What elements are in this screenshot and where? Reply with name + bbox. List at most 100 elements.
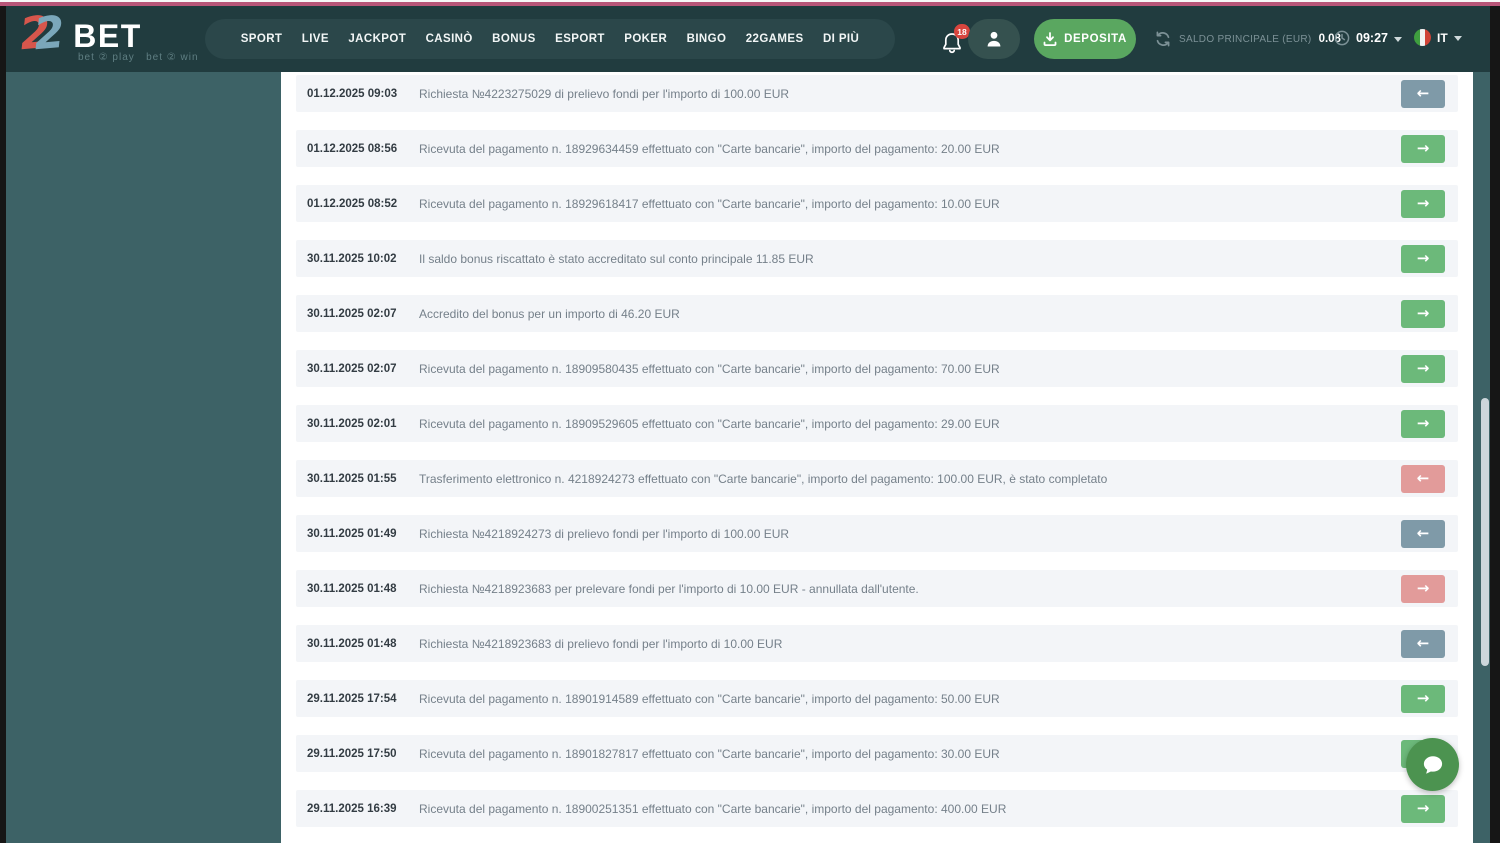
arrow-icon: ← <box>1416 469 1430 487</box>
arrow-icon: ← <box>1416 524 1430 542</box>
transaction-description: Il saldo bonus riscattato è stato accred… <box>419 251 814 266</box>
transaction-date: 30.11.2025 02:07 <box>307 362 397 375</box>
arrow-icon: → <box>1416 414 1430 432</box>
arrow-icon: → <box>1416 799 1430 817</box>
transaction-description: Ricevuta del pagamento n. 18900251351 ef… <box>419 801 1007 816</box>
transaction-direction-button[interactable]: ← <box>1401 464 1445 493</box>
transaction-date: 29.11.2025 17:50 <box>307 747 397 760</box>
transaction-description: Ricevuta del pagamento n. 18909580435 ef… <box>419 361 1000 376</box>
transaction-row: 29.11.2025 16:39 Ricevuta del pagamento … <box>296 790 1458 827</box>
transaction-row: 30.11.2025 01:48 Richiesta №4218923683 p… <box>296 570 1458 607</box>
chat-button[interactable] <box>1406 738 1459 791</box>
transaction-row: 30.11.2025 02:07 Ricevuta del pagamento … <box>296 350 1458 387</box>
transaction-description: Richiesta №4218923683 di prelievo fondi … <box>419 636 783 651</box>
transaction-description: Ricevuta del pagamento n. 18929618417 ef… <box>419 196 1000 211</box>
arrow-icon: → <box>1416 359 1430 377</box>
arrow-icon: → <box>1416 194 1430 212</box>
transaction-description: Ricevuta del pagamento n. 18901914589 ef… <box>419 691 1000 706</box>
arrow-icon: → <box>1416 249 1430 267</box>
brand-tagline: bet ② play bet ② win <box>78 52 199 63</box>
nav-item-poker[interactable]: POKER <box>624 33 667 45</box>
transaction-date: 29.11.2025 16:39 <box>307 802 397 815</box>
top-navbar: 2 2 BET bet ② play bet ② win SPORT LIVE … <box>6 6 1490 72</box>
transaction-date: 30.11.2025 02:01 <box>307 417 397 430</box>
transaction-date: 29.11.2025 17:54 <box>307 692 397 705</box>
transaction-row: 29.11.2025 17:50 Ricevuta del pagamento … <box>296 735 1458 772</box>
nav-item-bonus[interactable]: BONUS <box>492 33 536 45</box>
logo-name: BET <box>73 18 142 54</box>
transaction-date: 30.11.2025 01:48 <box>307 582 397 595</box>
time-value: 09:27 <box>1356 31 1388 45</box>
transaction-date: 01.12.2025 09:03 <box>307 87 398 100</box>
transaction-direction-button[interactable]: → <box>1401 354 1445 383</box>
nav-item-casin-[interactable]: CASINÒ <box>426 33 473 45</box>
transaction-description: Richiesta №4223275029 di prelievo fondi … <box>419 86 790 101</box>
chat-bubble-icon <box>1419 751 1447 779</box>
transaction-direction-button[interactable]: → <box>1401 299 1445 328</box>
arrow-icon: ← <box>1416 634 1430 652</box>
transaction-row: 01.12.2025 08:52 Ricevuta del pagamento … <box>296 185 1458 222</box>
transaction-direction-button[interactable]: → <box>1401 574 1445 603</box>
transaction-date: 01.12.2025 08:56 <box>307 142 398 155</box>
transaction-date: 30.11.2025 10:02 <box>307 252 397 265</box>
nav-item-sport[interactable]: SPORT <box>241 33 283 45</box>
chevron-down-icon <box>1393 36 1402 42</box>
transaction-row: 30.11.2025 02:07 Accredito del bonus per… <box>296 295 1458 332</box>
transaction-row: 30.11.2025 01:55 Trasferimento elettroni… <box>296 460 1458 497</box>
user-icon <box>984 29 1004 49</box>
nav-item-22games[interactable]: 22GAMES <box>746 33 804 45</box>
account-button[interactable] <box>968 19 1020 59</box>
nav-item-bingo[interactable]: BINGO <box>687 33 727 45</box>
transaction-direction-button[interactable]: ← <box>1401 79 1445 108</box>
transaction-description: Ricevuta del pagamento n. 18901827817 ef… <box>419 746 1000 761</box>
transaction-row: 30.11.2025 01:48 Richiesta №4218923683 d… <box>296 625 1458 662</box>
nav-item-esport[interactable]: ESPORT <box>555 33 605 45</box>
nav-item-jackpot[interactable]: JACKPOT <box>348 33 406 45</box>
transaction-direction-button[interactable]: ← <box>1401 519 1445 548</box>
transaction-history-panel: 01.12.2025 09:03 Richiesta №4223275029 d… <box>281 72 1473 843</box>
logo-number-blue: 2 <box>31 6 67 61</box>
main-nav: SPORT LIVE JACKPOT CASINÒ BONUS ESPORT P… <box>205 19 895 59</box>
transaction-direction-button[interactable]: → <box>1401 189 1445 218</box>
time-selector[interactable]: 09:27 <box>1334 30 1402 46</box>
transaction-date: 30.11.2025 01:48 <box>307 637 397 650</box>
download-icon <box>1043 32 1057 46</box>
brand-logo-row: 2 2 BET <box>18 6 199 61</box>
nav-item-live[interactable]: LIVE <box>302 33 329 45</box>
transaction-row: 30.11.2025 02:01 Ricevuta del pagamento … <box>296 405 1458 442</box>
transaction-description: Accredito del bonus per un importo di 46… <box>419 306 680 321</box>
balance-widget[interactable]: SALDO PRINCIPALE (EUR) 0.08 <box>1154 30 1341 48</box>
arrow-icon: → <box>1416 304 1430 322</box>
transaction-direction-button[interactable]: → <box>1401 244 1445 273</box>
transaction-row: 29.11.2025 17:54 Ricevuta del pagamento … <box>296 680 1458 717</box>
brand-logo[interactable]: 2 2 BET bet ② play bet ② win <box>18 6 199 63</box>
refresh-icon <box>1154 30 1172 48</box>
transaction-row: 01.12.2025 09:03 Richiesta №4223275029 d… <box>296 75 1458 112</box>
nav-item-di-pi-[interactable]: DI PIÙ <box>823 33 859 45</box>
transaction-description: Trasferimento elettronico n. 4218924273 … <box>419 471 1108 486</box>
italy-flag-icon <box>1414 29 1431 46</box>
arrow-icon: → <box>1416 579 1430 597</box>
transaction-direction-button[interactable]: → <box>1401 409 1445 438</box>
transaction-direction-button[interactable]: ← <box>1401 629 1445 658</box>
deposit-label: DEPOSITA <box>1064 33 1127 45</box>
language-code: IT <box>1437 30 1448 45</box>
transaction-list: 01.12.2025 09:03 Richiesta №4223275029 d… <box>281 72 1473 827</box>
transaction-direction-button[interactable]: → <box>1401 684 1445 713</box>
chevron-down-icon <box>1453 36 1462 41</box>
scrollbar-thumb[interactable] <box>1481 398 1489 666</box>
arrow-icon: → <box>1416 139 1430 157</box>
transaction-date: 30.11.2025 02:07 <box>307 307 397 320</box>
transaction-description: Ricevuta del pagamento n. 18929634459 ef… <box>419 141 1000 156</box>
transaction-direction-button[interactable]: → <box>1401 134 1445 163</box>
arrow-icon: ← <box>1416 84 1430 102</box>
transaction-date: 30.11.2025 01:49 <box>307 527 397 540</box>
balance-label: SALDO PRINCIPALE (EUR) <box>1179 33 1312 45</box>
language-selector[interactable]: IT <box>1414 29 1462 46</box>
transaction-row: 01.12.2025 08:56 Ricevuta del pagamento … <box>296 130 1458 167</box>
transaction-direction-button[interactable]: → <box>1401 794 1445 823</box>
clock-icon <box>1334 30 1350 46</box>
transaction-description: Richiesta №4218923683 per prelevare fond… <box>419 581 919 596</box>
deposit-button[interactable]: DEPOSITA <box>1034 19 1136 59</box>
transaction-row: 30.11.2025 10:02 Il saldo bonus riscatta… <box>296 240 1458 277</box>
